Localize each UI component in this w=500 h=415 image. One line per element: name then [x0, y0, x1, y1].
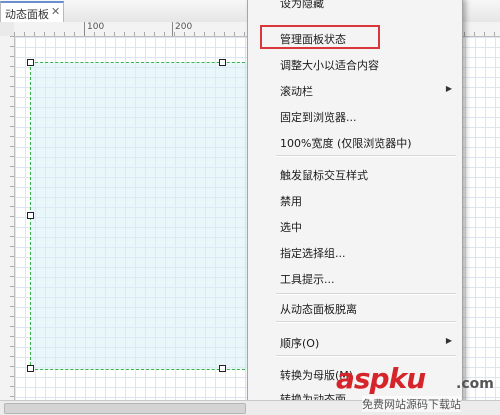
menu-item-label: 滚动栏: [280, 85, 313, 98]
scrollbar-thumb[interactable]: [4, 403, 246, 414]
ruler-major-tick: [84, 22, 85, 36]
context-menu: 设为隐藏 管理面板状态 调整大小以适合内容 滚动栏 ▶ 固定到浏览器... 10…: [247, 0, 463, 406]
menu-item-label: 指定选择组...: [280, 247, 346, 260]
resize-handle-top-left[interactable]: [27, 59, 34, 66]
menu-item-label: 调整大小以适合内容: [280, 59, 379, 72]
menu-item-selection-group[interactable]: 指定选择组...: [248, 241, 462, 263]
close-icon[interactable]: ✕: [51, 5, 60, 18]
watermark-subtitle: 免费网站源码下载站: [362, 396, 461, 412]
resize-handle-top-right[interactable]: [219, 59, 226, 66]
menu-item-mouse-interaction-style[interactable]: 触发鼠标交互样式: [248, 163, 462, 185]
menu-item-set-hidden[interactable]: 设为隐藏: [248, 0, 462, 13]
resize-handle-bottom-right[interactable]: [219, 365, 226, 372]
submenu-arrow-icon: ▶: [445, 336, 452, 345]
menu-item-order[interactable]: 顺序(O) ▶: [248, 331, 462, 353]
ruler-major-tick: [172, 22, 173, 36]
menu-item-label: 从动态面板脱离: [280, 303, 357, 316]
tab-dynamic-panel[interactable]: 动态面板 ✕: [0, 1, 64, 23]
menu-item-label: 触发鼠标交互样式: [280, 169, 368, 182]
menu-item-break-away[interactable]: 从动态面板脱离: [248, 297, 462, 319]
vertical-ruler: [0, 36, 15, 400]
resize-handle-bottom-left[interactable]: [27, 365, 34, 372]
dynamic-panel-widget[interactable]: [30, 62, 250, 370]
menu-item-label: 工具提示...: [280, 273, 335, 286]
menu-separator: [276, 321, 456, 323]
menu-item-tooltip[interactable]: 工具提示...: [248, 267, 462, 289]
submenu-arrow-icon: ▶: [445, 84, 452, 93]
watermark-logo: aspku .com 免费网站源码下载站: [332, 362, 500, 414]
annotation-highlight-box: [260, 25, 380, 49]
menu-item-fit-to-content[interactable]: 调整大小以适合内容: [248, 53, 462, 75]
menu-item-label: 固定到浏览器...: [280, 111, 357, 124]
ruler-corner: [0, 22, 15, 37]
menu-item-scrollbars[interactable]: 滚动栏 ▶: [248, 79, 462, 101]
menu-separator: [276, 155, 456, 157]
menu-separator: [276, 355, 456, 357]
menu-item-label: 设为隐藏: [280, 0, 324, 10]
tab-label: 动态面板: [5, 8, 49, 21]
resize-handle-middle-left[interactable]: [27, 212, 34, 219]
watermark-brand: aspku: [336, 362, 426, 395]
ruler-mark-100: 100: [87, 22, 105, 32]
menu-item-full-width[interactable]: 100%宽度 (仅限浏览器中): [248, 131, 462, 153]
menu-item-label: 顺序(O): [280, 337, 320, 350]
menu-item-label: 选中: [280, 221, 302, 234]
menu-item-label: 禁用: [280, 195, 302, 208]
menu-separator: [276, 293, 456, 295]
watermark-tld: .com: [456, 376, 494, 392]
menu-item-label: 100%宽度 (仅限浏览器中): [280, 137, 412, 150]
menu-item-disabled[interactable]: 禁用: [248, 189, 462, 211]
ruler-mark-200: 200: [175, 22, 193, 32]
menu-item-pin-to-browser[interactable]: 固定到浏览器...: [248, 105, 462, 127]
menu-item-selected[interactable]: 选中: [248, 215, 462, 237]
